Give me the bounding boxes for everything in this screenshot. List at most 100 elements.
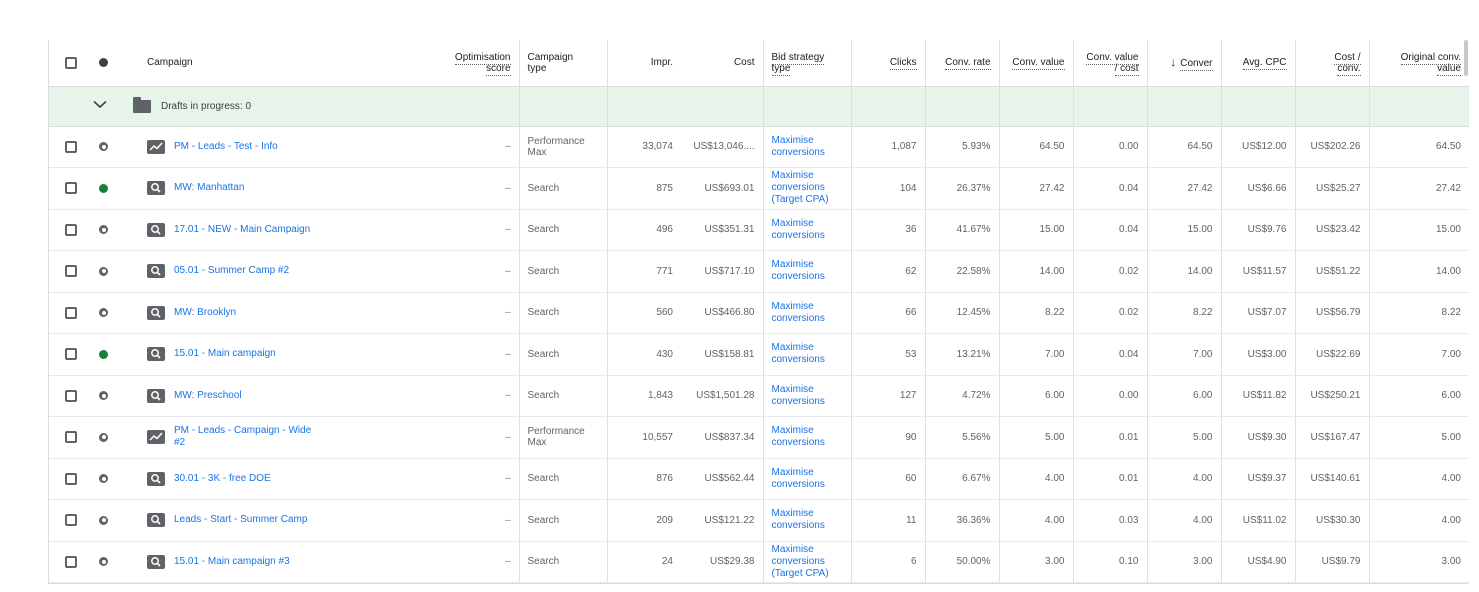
row-checkbox-cell[interactable] <box>49 126 93 168</box>
campaign-name-link[interactable]: Leads - Start - Summer Camp <box>174 514 307 526</box>
row-checkbox[interactable] <box>65 514 77 527</box>
status-cell[interactable] <box>93 458 125 500</box>
bid-strategy-link[interactable]: Maximise conversions <box>772 135 825 158</box>
row-checkbox[interactable] <box>65 555 77 568</box>
campaign-type-column-header[interactable]: Campaign type <box>518 40 607 87</box>
campaign-name-link[interactable]: 15.01 - Main campaign <box>174 348 276 360</box>
paused-status-icon[interactable] <box>99 391 108 401</box>
row-checkbox-cell[interactable] <box>49 250 93 293</box>
cost-conv-column-header[interactable]: Cost / conv. <box>1294 40 1369 87</box>
bid-strategy-cell[interactable]: Maximise conversions <box>762 375 851 417</box>
paused-status-icon[interactable] <box>99 515 108 525</box>
status-cell[interactable] <box>93 499 125 542</box>
row-checkbox-cell[interactable] <box>49 541 93 583</box>
conversions-column-header[interactable]: ↓ Conver <box>1146 40 1221 87</box>
campaign-name-cell[interactable]: 05.01 - Summer Camp #2 <box>125 250 433 293</box>
campaign-name-cell[interactable]: 15.01 - Main campaign <box>125 333 433 376</box>
campaign-name-cell[interactable]: 30.01 - 3K - free DOE <box>125 458 433 500</box>
status-cell[interactable] <box>93 250 125 293</box>
avg-cpc-column-header[interactable]: Avg. CPC <box>1220 40 1295 87</box>
chevron-down-icon[interactable] <box>93 100 107 112</box>
drafts-in-progress-row[interactable]: Drafts in progress: 0 <box>49 86 1469 127</box>
optimisation-score-column-header[interactable]: Optimisation score <box>433 40 519 87</box>
bid-strategy-link[interactable]: Maximise conversions <box>772 342 825 365</box>
bid-strategy-link[interactable]: Maximise conversions <box>772 218 825 241</box>
bid-strategy-cell[interactable]: Maximise conversions <box>762 292 851 334</box>
table-row[interactable]: PM - Leads - Campaign - Wide #2 – Performan… <box>49 416 1469 459</box>
row-checkbox[interactable] <box>65 389 77 402</box>
row-checkbox[interactable] <box>65 431 77 444</box>
conv-value-cost-column-header[interactable]: Conv. value / cost <box>1072 40 1147 87</box>
status-cell[interactable] <box>93 333 125 376</box>
enabled-status-icon[interactable] <box>99 349 108 359</box>
paused-status-icon[interactable] <box>99 474 108 484</box>
paused-status-icon[interactable] <box>99 308 108 318</box>
table-row[interactable]: 17.01 - NEW - Main Campaign – Search 496 US$… <box>49 209 1469 251</box>
status-cell[interactable] <box>93 209 125 251</box>
drafts-expand-cell[interactable] <box>93 86 125 127</box>
bid-strategy-link[interactable]: Maximise conversions (Target CPA) <box>772 170 829 205</box>
row-checkbox-cell[interactable] <box>49 167 93 210</box>
cost-column-header[interactable]: Cost <box>681 40 763 87</box>
table-row[interactable]: PM - Leads - Test - Info – Performance Max 3… <box>49 126 1469 168</box>
campaign-name-cell[interactable]: MW: Brooklyn <box>125 292 433 334</box>
campaign-name-link[interactable]: MW: Manhattan <box>174 182 244 194</box>
status-cell[interactable] <box>93 167 125 210</box>
row-checkbox[interactable] <box>65 265 77 278</box>
conv-rate-column-header[interactable]: Conv. rate <box>924 40 999 87</box>
bid-strategy-cell[interactable]: Maximise conversions <box>762 499 851 542</box>
paused-status-icon[interactable] <box>99 557 108 567</box>
table-row[interactable]: 05.01 - Summer Camp #2 – Search 771 US$717.1… <box>49 250 1469 293</box>
paused-status-icon[interactable] <box>99 225 108 235</box>
table-row[interactable]: MW: Manhattan – Search 875 US$693.01 Maximise… <box>49 167 1469 210</box>
campaign-name-cell[interactable]: MW: Preschool <box>125 375 433 417</box>
status-cell[interactable] <box>93 541 125 583</box>
row-checkbox[interactable] <box>65 182 77 195</box>
bid-strategy-cell[interactable]: Maximise conversions <box>762 333 851 376</box>
bid-strategy-cell[interactable]: Maximise conversions <box>762 416 851 459</box>
vertical-scrollbar[interactable] <box>1464 40 1468 76</box>
row-checkbox-cell[interactable] <box>49 458 93 500</box>
campaign-name-link[interactable]: 15.01 - Main campaign #3 <box>174 556 290 568</box>
original-conv-value-column-header[interactable]: Original conv. value <box>1368 40 1469 87</box>
bid-strategy-cell[interactable]: Maximise conversions <box>762 209 851 251</box>
bid-strategy-link[interactable]: Maximise conversions <box>772 301 825 324</box>
bid-strategy-cell[interactable]: Maximise conversions <box>762 250 851 293</box>
campaign-name-link[interactable]: 30.01 - 3K - free DOE <box>174 473 271 485</box>
table-row[interactable]: MW: Brooklyn – Search 560 US$466.80 Maximise c… <box>49 292 1469 334</box>
row-checkbox-cell[interactable] <box>49 333 93 376</box>
status-column-header[interactable] <box>93 40 125 87</box>
row-checkbox[interactable] <box>65 223 77 236</box>
row-checkbox-cell[interactable] <box>49 209 93 251</box>
campaign-name-link[interactable]: PM - Leads - Test - Info <box>174 141 278 153</box>
table-row[interactable]: Leads - Start - Summer Camp – Search 209 US$… <box>49 499 1469 542</box>
bid-strategy-link[interactable]: Maximise conversions (Target CPA) <box>772 544 829 579</box>
row-checkbox-cell[interactable] <box>49 499 93 542</box>
row-checkbox[interactable] <box>65 472 77 485</box>
enabled-status-icon[interactable] <box>99 183 108 193</box>
campaign-name-link[interactable]: MW: Preschool <box>174 390 242 402</box>
row-checkbox-cell[interactable] <box>49 416 93 459</box>
select-all-checkbox[interactable] <box>65 56 77 69</box>
table-row[interactable]: MW: Preschool – Search 1,843 US$1,501.28 Maxi… <box>49 375 1469 417</box>
table-row[interactable]: 15.01 - Main campaign – Search 430 US$158.81… <box>49 333 1469 376</box>
bid-strategy-cell[interactable]: Maximise conversions <box>762 126 851 168</box>
bid-strategy-cell[interactable]: Maximise conversions <box>762 458 851 500</box>
select-all-checkbox-cell[interactable] <box>49 40 93 87</box>
row-checkbox-cell[interactable] <box>49 375 93 417</box>
campaign-name-link[interactable]: PM - Leads - Campaign - Wide #2 <box>174 425 311 449</box>
row-checkbox-cell[interactable] <box>49 292 93 334</box>
campaign-name-cell[interactable]: 15.01 - Main campaign #3 <box>125 541 433 583</box>
campaign-name-cell[interactable]: Leads - Start - Summer Camp <box>125 499 433 542</box>
row-checkbox[interactable] <box>65 306 77 319</box>
bid-strategy-link[interactable]: Maximise conversions <box>772 425 825 448</box>
paused-status-icon[interactable] <box>99 142 108 152</box>
status-cell[interactable] <box>93 126 125 168</box>
campaign-name-link[interactable]: 17.01 - NEW - Main Campaign <box>174 224 310 236</box>
status-cell[interactable] <box>93 375 125 417</box>
bid-strategy-cell[interactable]: Maximise conversions (Target CPA) <box>762 167 851 210</box>
bid-strategy-cell[interactable]: Maximise conversions (Target CPA) <box>762 541 851 583</box>
status-cell[interactable] <box>93 416 125 459</box>
campaign-name-link[interactable]: 05.01 - Summer Camp #2 <box>174 265 289 277</box>
status-cell[interactable] <box>93 292 125 334</box>
